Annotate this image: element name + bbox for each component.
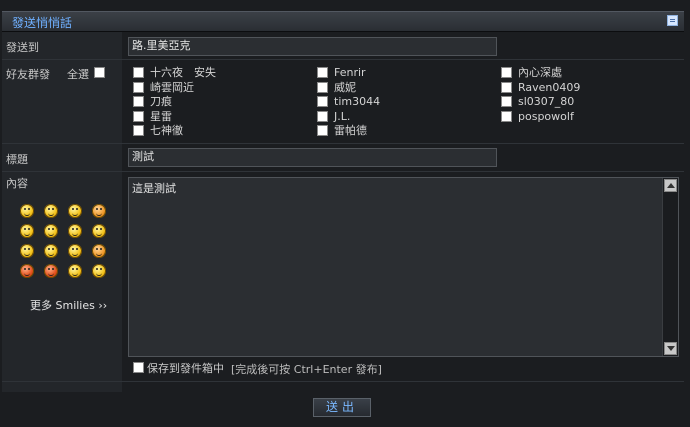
friend-name: 崎雲岡近 [150,80,194,94]
friend-checkbox[interactable] [133,67,144,78]
friend-name: 雷帕德 [334,124,367,137]
message-textarea[interactable]: 這是測試 [128,177,679,357]
subject-input[interactable]: 測試 [128,148,497,167]
window-titlebar: 發送悄悄話 [2,11,684,32]
friend-checkbox[interactable] [133,125,144,136]
friend-name: 十六夜 安失 [150,66,216,79]
collapse-icon[interactable] [667,15,678,26]
more-smilies-link[interactable]: 更多 Smilies ›› [30,297,107,313]
friend-checkbox[interactable] [317,81,328,93]
smiley-icon[interactable] [92,224,106,238]
divider [2,171,684,172]
friend-name: tim3044 [334,95,381,108]
friend-checkbox[interactable] [501,110,512,122]
save-to-outbox-label: 保存到發件箱中 [147,362,224,375]
friend-name: J.L. [334,109,351,123]
friend-name: 內心深處 [518,66,562,79]
smiley-icon[interactable] [68,224,82,238]
friend-checkbox[interactable] [501,67,512,78]
friend-name: 星雷 [150,109,172,123]
friend-checkbox[interactable] [317,110,328,122]
select-all-checkbox[interactable] [94,67,105,78]
friend-name: 威妮 [334,80,356,94]
friend-checkbox[interactable] [317,125,328,136]
to-label: 發送到 [6,41,39,54]
smiley-icon[interactable] [20,264,34,278]
ctrl-enter-hint: [完成後可按 Ctrl+Enter 發布] [231,363,382,376]
scrollbar[interactable] [662,178,678,356]
divider [2,143,684,144]
smiley-icon[interactable] [44,264,58,278]
divider [2,59,684,60]
friends-label: 好友群發 [6,68,50,81]
friend-checkbox[interactable] [501,81,512,93]
divider [2,381,684,382]
friend-checkbox[interactable] [317,96,328,107]
friend-name: Fenrir [334,66,366,79]
smiley-icon[interactable] [44,244,58,258]
friend-name: pospowolf [518,109,574,123]
recipient-input[interactable]: 路.里美亞克 [128,37,497,56]
friend-checkbox[interactable] [133,96,144,107]
save-to-outbox-checkbox[interactable] [133,362,144,373]
content-label: 內容 [6,177,28,190]
friend-name: 七神徹 [150,124,183,137]
scroll-up-icon[interactable] [664,179,677,192]
smiley-icon[interactable] [44,224,58,238]
friend-name: Raven0409 [518,80,581,94]
smiley-icon[interactable] [92,204,106,218]
smiley-icon[interactable] [20,204,34,218]
friend-name: sl0307_80 [518,95,575,108]
smiley-icon[interactable] [92,244,106,258]
select-all-label: 全選 [67,68,89,81]
smiley-icon[interactable] [20,244,34,258]
smiley-icon[interactable] [68,264,82,278]
window-title: 發送悄悄話 [12,16,73,30]
friend-checkbox[interactable] [133,81,144,93]
friend-checkbox[interactable] [501,96,512,107]
friend-name: 刀痕 [150,95,172,108]
friend-checkbox[interactable] [133,110,144,122]
pm-window: 發送悄悄話 發送到 路.里美亞克 好友群發 全選 十六夜 安失 崎雲岡近 刀痕 星雷七… [0,0,690,427]
smiley-icon[interactable] [20,224,34,238]
message-text: 這是測試 [132,182,176,195]
smiley-icon[interactable] [92,264,106,278]
subject-label: 標題 [6,153,28,166]
send-button[interactable]: 送出 [313,398,371,417]
smiley-icon[interactable] [68,244,82,258]
smiley-icon[interactable] [44,204,58,218]
scroll-down-icon[interactable] [664,342,677,355]
smiley-icon[interactable] [68,204,82,218]
friend-checkbox[interactable] [317,67,328,78]
